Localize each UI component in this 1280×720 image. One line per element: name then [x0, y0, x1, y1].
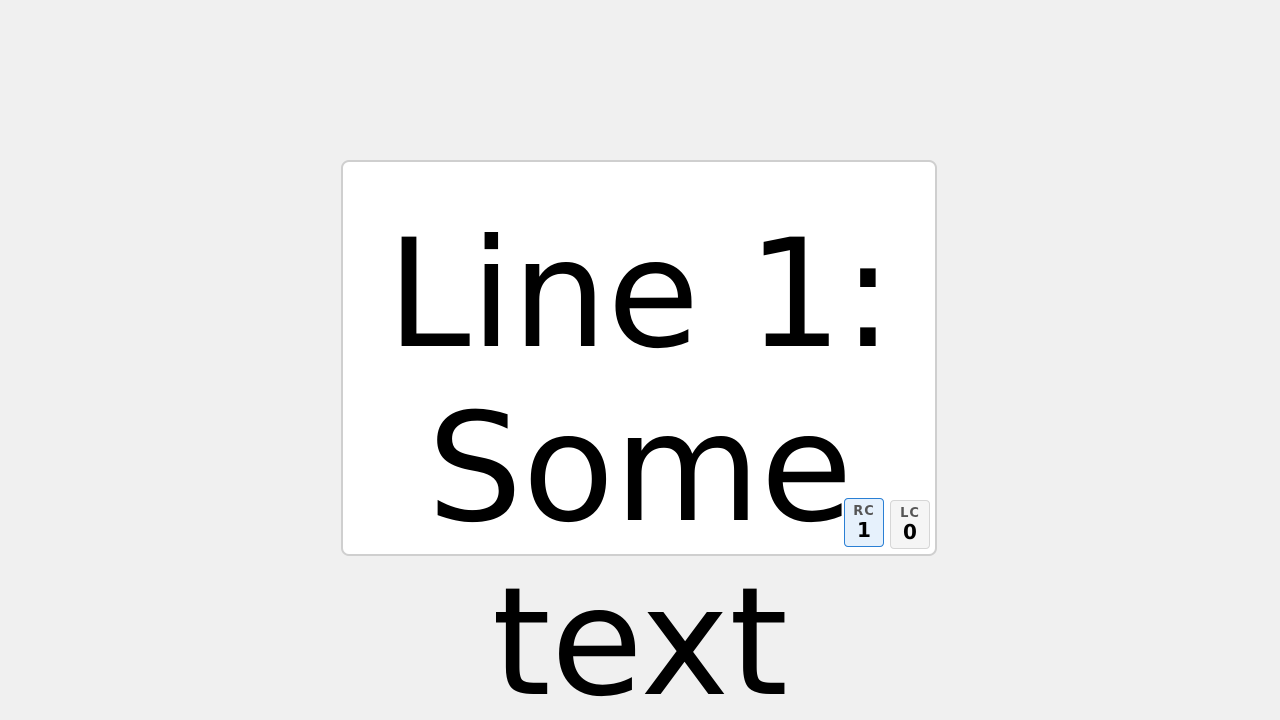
card-text: Line 1: Some text	[386, 208, 894, 720]
rc-counter-badge[interactable]: RC 1	[844, 498, 884, 547]
lc-counter-label: LC	[900, 506, 920, 521]
rc-counter-label: RC	[853, 504, 875, 519]
rc-counter-value: 1	[857, 518, 871, 542]
lc-counter-badge[interactable]: LC 0	[890, 500, 930, 549]
lc-counter-value: 0	[903, 520, 917, 544]
stage: Line 1: Some text RC 1 LC 0	[0, 0, 1280, 720]
